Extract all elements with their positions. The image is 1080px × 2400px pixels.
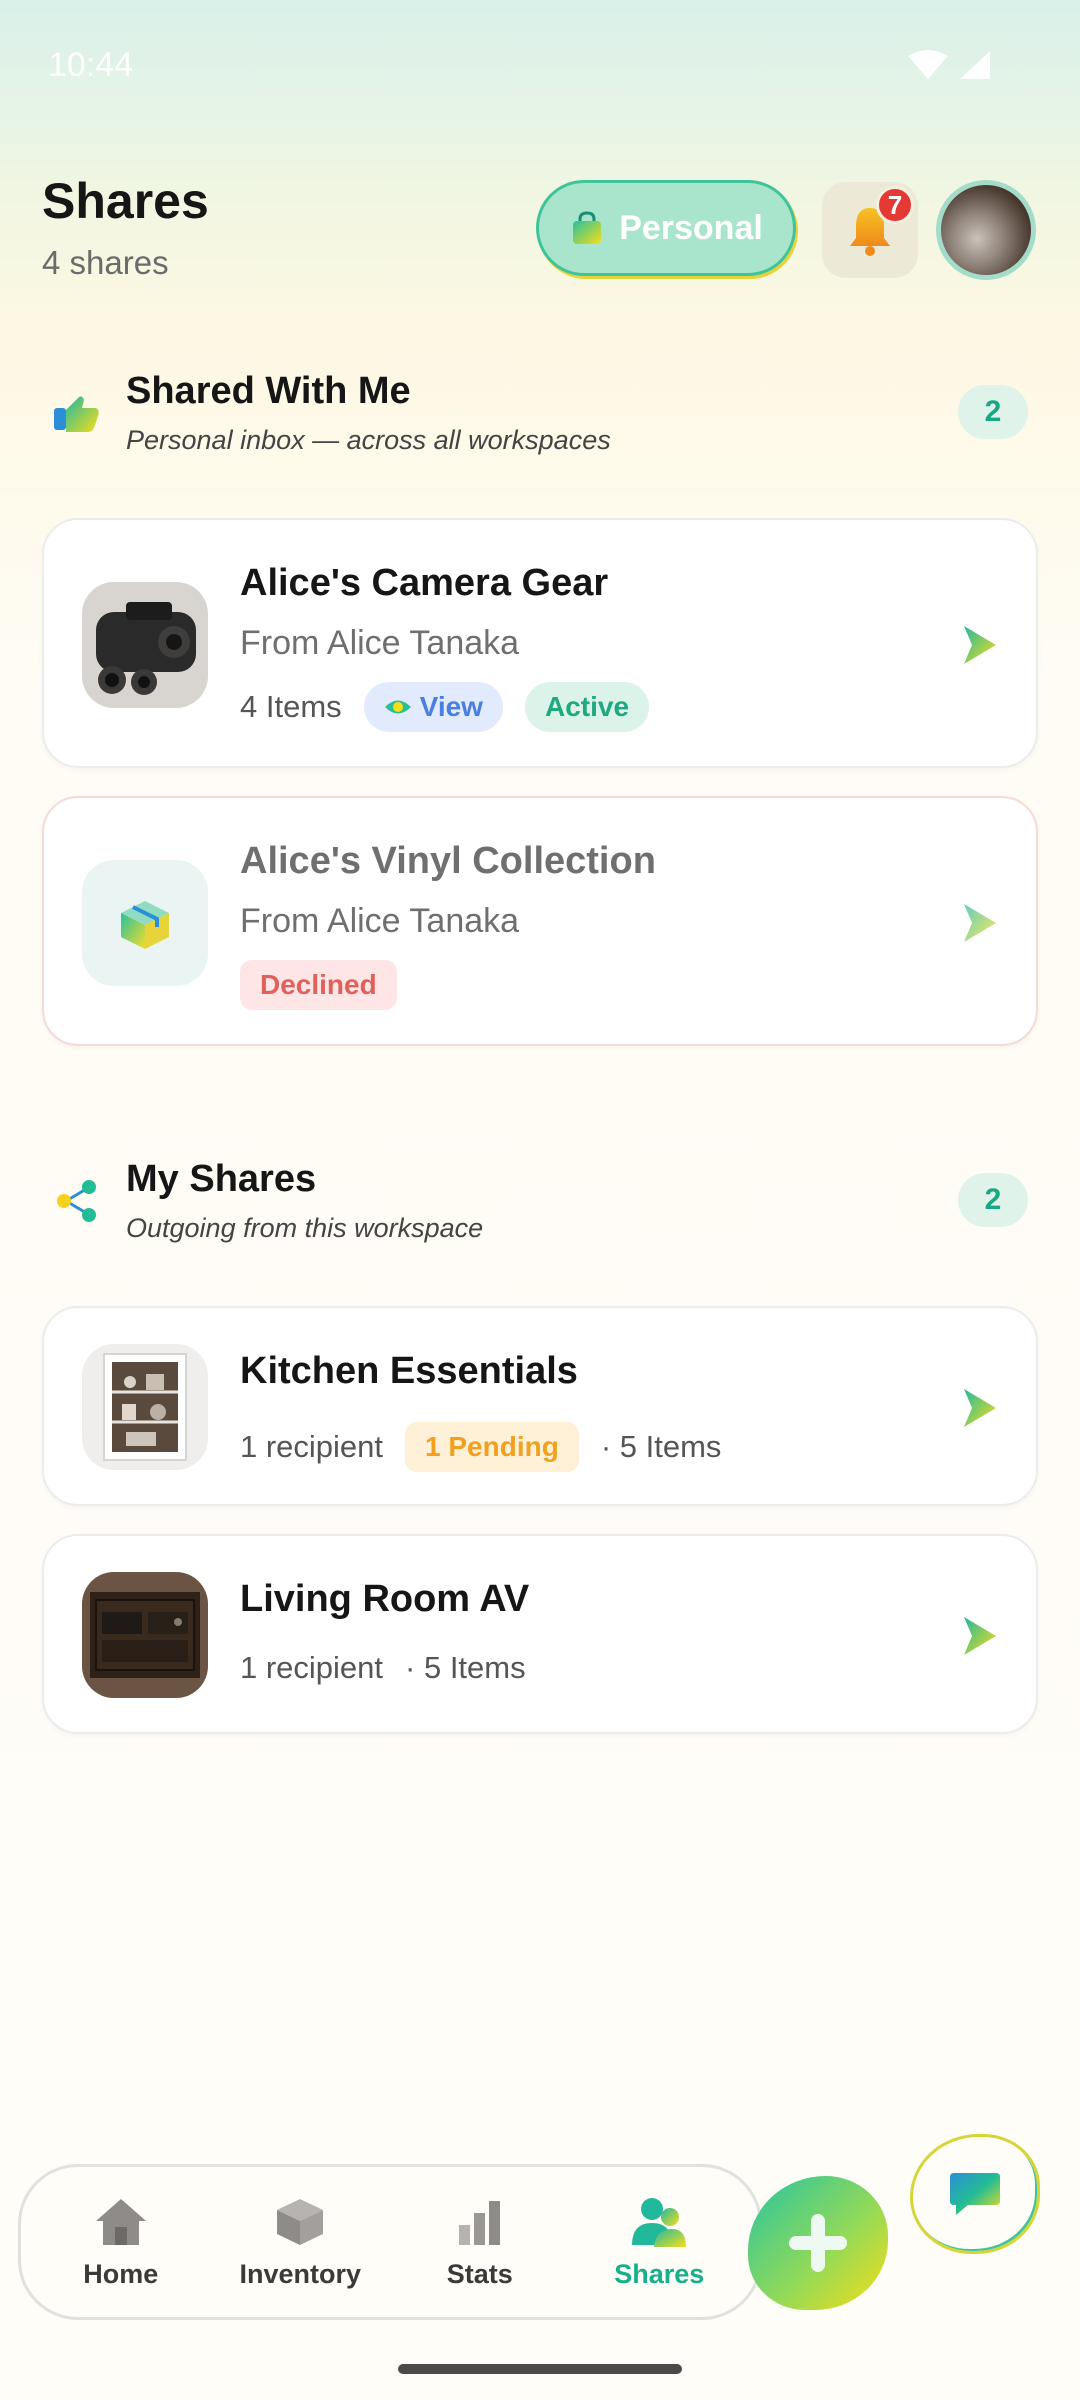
share-meta: 4 Items View Active: [240, 682, 650, 732]
plus-icon: [789, 2214, 847, 2272]
share-meta: 1 recipient 1 Pending · 5 Items: [240, 1422, 721, 1472]
chat-button[interactable]: [910, 2134, 1040, 2254]
chevron-right-icon: [964, 1617, 996, 1655]
share-nodes-icon: [57, 1180, 96, 1222]
share-from: From Alice Tanaka: [240, 902, 520, 940]
share-from: From Alice Tanaka: [240, 624, 520, 662]
share-title: Living Room AV: [240, 1578, 530, 1620]
share-meta: 1 recipient · 5 Items: [240, 1650, 526, 1686]
notification-badge: 7: [876, 186, 914, 224]
bar-chart-icon: [458, 2200, 500, 2245]
share-title: Alice's Camera Gear: [240, 562, 609, 604]
chevron-right-icon: [964, 1389, 996, 1427]
status-bar: 10:44: [0, 0, 1080, 130]
item-count: 4 Items: [240, 689, 342, 724]
share-hand-icon: [54, 396, 99, 432]
share-card-vinyl-collection[interactable]: Alice's Vinyl Collection From Alice Tana…: [42, 796, 1038, 1046]
item-count: · 5 Items: [600, 1429, 722, 1464]
share-card-living-room-av[interactable]: Living Room AV 1 recipient · 5 Items: [42, 1534, 1038, 1734]
share-thumbnail: [82, 582, 208, 708]
workspace-switcher-button[interactable]: Personal: [536, 180, 796, 276]
chevron-right-icon: [964, 904, 996, 942]
nav-label: Inventory: [239, 2258, 362, 2289]
box-icon: [277, 2198, 324, 2245]
status-time: 10:44: [48, 45, 134, 84]
section-subtitle: Outgoing from this workspace: [126, 1213, 484, 1243]
nav-item-stats[interactable]: Stats: [395, 2195, 565, 2290]
section-shared-with-me: Shared With Me Personal inbox — across a…: [48, 370, 1028, 460]
home-indicator[interactable]: [398, 2364, 682, 2374]
package-icon: [121, 901, 169, 949]
section-subtitle: Personal inbox — across all workspaces: [126, 425, 611, 455]
status-badge: Active: [524, 682, 650, 732]
people-icon: [632, 2197, 687, 2247]
pending-badge: 1 Pending: [405, 1422, 579, 1472]
nav-item-home[interactable]: Home: [36, 2195, 206, 2290]
page-title: Shares: [42, 173, 209, 229]
permission-label: View: [419, 691, 483, 722]
wifi-icon: [908, 50, 948, 79]
house-icon: [95, 2198, 146, 2245]
share-title: Kitchen Essentials: [240, 1350, 578, 1392]
nav-item-inventory[interactable]: Inventory: [215, 2195, 385, 2290]
workspace-label: Personal: [619, 208, 763, 247]
recipient-count: 1 recipient: [240, 1650, 384, 1685]
eye-icon: [384, 700, 411, 714]
recipient-count: 1 recipient: [240, 1429, 384, 1464]
section-title: My Shares: [126, 1158, 317, 1200]
nav-item-shares[interactable]: Shares: [574, 2195, 744, 2290]
share-title: Alice's Vinyl Collection: [240, 840, 656, 882]
count-badge: 2: [958, 385, 1028, 439]
count-badge: 2: [958, 1173, 1028, 1227]
nav-label: Shares: [614, 2258, 705, 2289]
nav-label: Stats: [446, 2258, 513, 2289]
item-count: · 5 Items: [405, 1650, 526, 1685]
bottom-nav: Home Inventory Stats Shares: [18, 2164, 762, 2320]
share-thumbnail: [82, 1344, 208, 1470]
share-thumbnail: [82, 860, 208, 986]
signal-icon: [960, 51, 990, 79]
status-icons: [908, 50, 992, 80]
chevron-right-icon: [964, 626, 996, 664]
section-title: Shared With Me: [126, 370, 411, 412]
share-card-kitchen-essentials[interactable]: Kitchen Essentials 1 recipient 1 Pending…: [42, 1306, 1038, 1506]
page-header: Shares 4 shares: [42, 172, 209, 282]
notifications-button[interactable]: 7: [822, 182, 918, 278]
shopping-bag-icon: [573, 211, 602, 244]
avatar[interactable]: [936, 180, 1036, 280]
share-card-camera-gear[interactable]: Alice's Camera Gear From Alice Tanaka 4 …: [42, 518, 1038, 768]
section-my-shares: My Shares Outgoing from this workspace 2: [48, 1158, 1028, 1248]
nav-label: Home: [83, 2258, 159, 2289]
status-badge: Declined: [240, 960, 397, 1010]
share-thumbnail: [82, 1572, 208, 1698]
permission-badge: View: [363, 682, 503, 732]
chat-bubble-icon: [950, 2173, 1000, 2215]
add-share-button[interactable]: [748, 2176, 888, 2310]
share-meta: Declined: [240, 960, 397, 1010]
share-count: 4 shares: [42, 244, 169, 281]
